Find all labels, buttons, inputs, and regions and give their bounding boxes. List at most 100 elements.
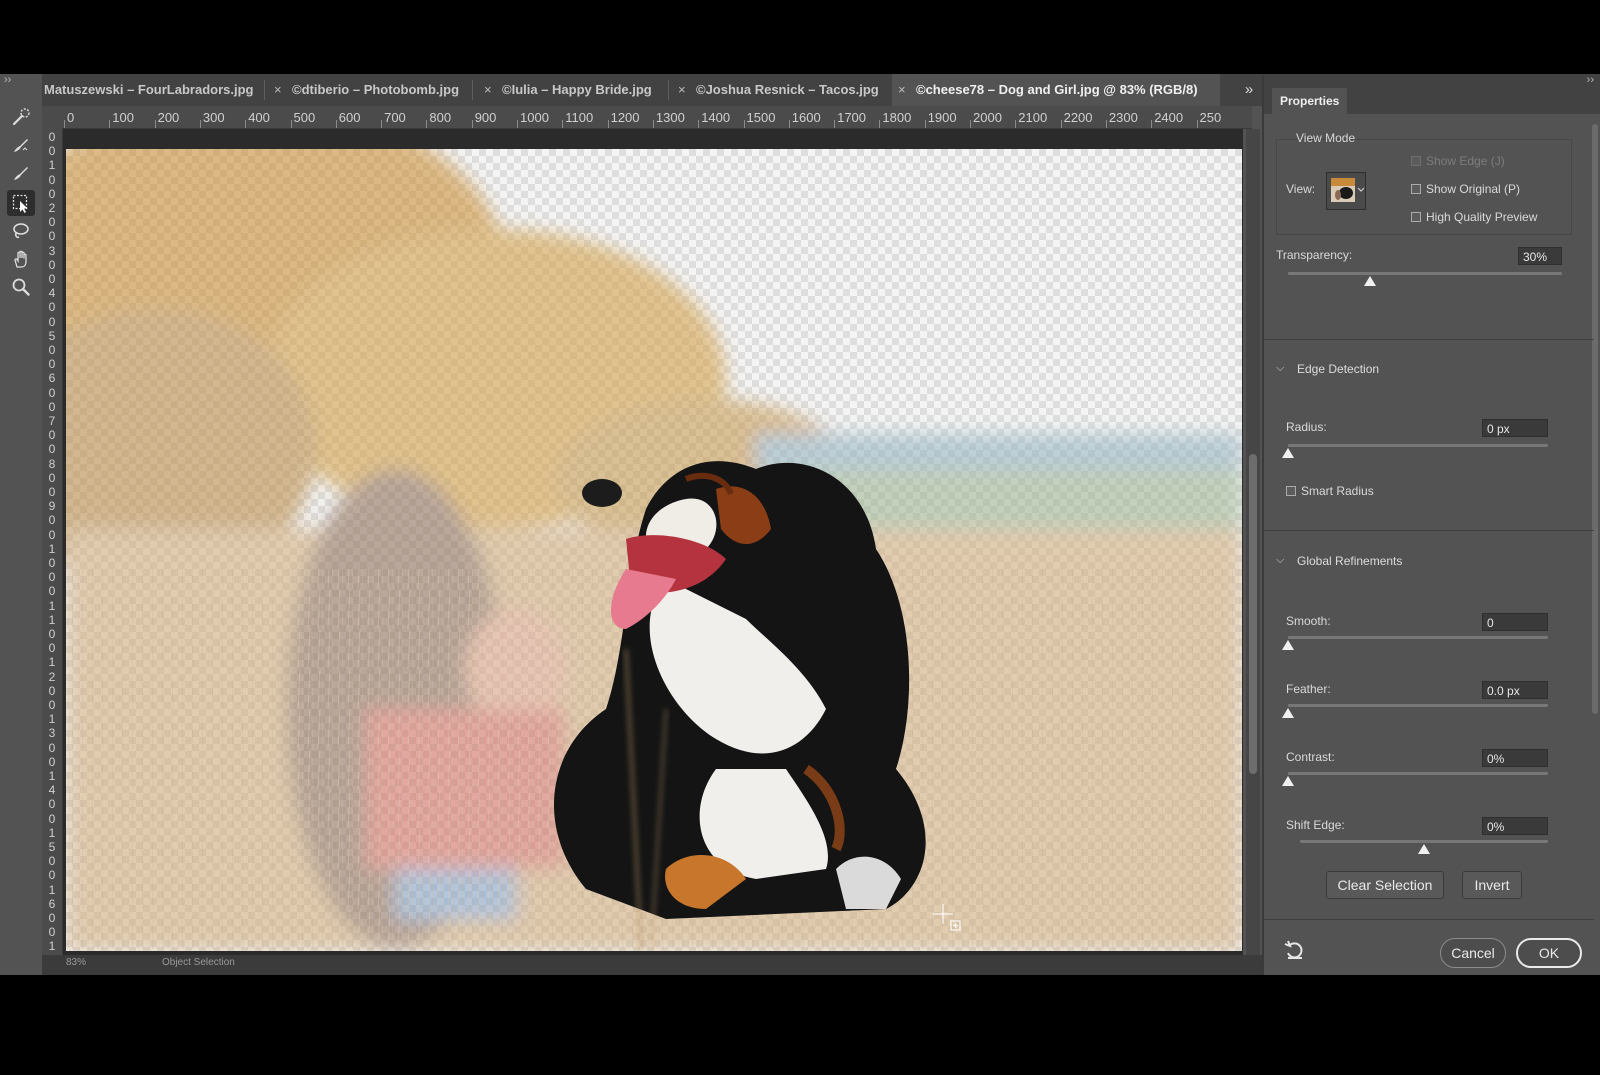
invert-button[interactable]: Invert: [1462, 871, 1522, 899]
ruler-label: 0: [48, 442, 56, 457]
refine-edge-brush-icon[interactable]: [7, 132, 35, 158]
smooth-slider-thumb[interactable]: [1282, 640, 1294, 650]
transparency-field[interactable]: 30%: [1518, 247, 1562, 265]
shift-edge-field[interactable]: 0%: [1482, 817, 1548, 835]
contrast-slider-thumb[interactable]: [1282, 776, 1294, 786]
toolbar-collapse-icon[interactable]: ››: [4, 74, 11, 86]
tab-separator: [472, 80, 473, 100]
radius-slider-track[interactable]: [1288, 444, 1548, 447]
transparency-slider-track[interactable]: [1288, 272, 1562, 275]
global-refinements-title[interactable]: Global Refinements: [1297, 554, 1402, 568]
radius-label: Radius:: [1286, 420, 1327, 434]
feather-label: Feather:: [1286, 682, 1331, 696]
feather-field[interactable]: 0.0 px: [1482, 681, 1548, 699]
smooth-slider-track[interactable]: [1288, 636, 1548, 639]
ruler-tick: [879, 120, 881, 128]
ruler-label: 600: [338, 110, 361, 125]
ruler-label: 1: [48, 939, 56, 954]
tab-photobomb[interactable]: × ©dtiberio – Photobomb.jpg: [274, 74, 459, 106]
ruler-label: 2200: [1063, 110, 1093, 125]
show-edge-checkbox[interactable]: [1411, 156, 1421, 166]
tab-happy-bride[interactable]: × ©Iulia – Happy Bride.jpg: [484, 74, 652, 106]
ruler-label: 2: [48, 669, 56, 684]
ruler-label: 1100: [565, 110, 594, 125]
ruler-label: 5: [48, 328, 56, 343]
brush-icon[interactable]: [7, 160, 35, 186]
ruler-tick: [970, 120, 971, 128]
document-image[interactable]: [66, 149, 1242, 951]
tab-label: ©dtiberio – Photobomb.jpg: [292, 82, 460, 97]
ruler-label: 0: [48, 570, 56, 585]
ruler-label: 300: [202, 110, 225, 125]
close-icon[interactable]: ×: [678, 74, 690, 106]
ruler-label: 8: [48, 456, 56, 471]
close-icon[interactable]: ×: [484, 74, 496, 106]
ruler-label: 0: [48, 272, 56, 286]
object-selection-icon[interactable]: [7, 190, 35, 216]
ruler-tick: [199, 120, 201, 128]
quick-selection-brush-icon[interactable]: [7, 104, 35, 130]
ruler-label: 0: [48, 854, 56, 869]
zoom-icon[interactable]: [7, 274, 35, 300]
ruler-label: 1500: [746, 110, 776, 125]
ruler-tick: [64, 120, 65, 128]
transparency-label: Transparency:: [1276, 248, 1353, 262]
ruler-label: 500: [293, 110, 316, 125]
ruler-label: 5: [48, 840, 56, 854]
properties-tab[interactable]: Properties: [1272, 88, 1348, 114]
show-original-checkbox[interactable]: [1411, 184, 1421, 194]
shift-edge-slider-track[interactable]: [1300, 840, 1548, 843]
shift-edge-slider-thumb[interactable]: [1418, 844, 1430, 854]
view-label: View:: [1286, 182, 1316, 196]
ruler-tick: [652, 120, 654, 128]
chevron-down-icon[interactable]: ⌵: [1276, 554, 1284, 567]
ruler-label: 1: [48, 158, 56, 173]
ruler-tick: [607, 120, 609, 128]
feather-slider-track[interactable]: [1288, 704, 1548, 707]
ruler-label: 2400: [1154, 110, 1184, 125]
contrast-field[interactable]: 0%: [1482, 749, 1548, 767]
chevron-down-icon[interactable]: ⌵: [1276, 362, 1284, 375]
hand-icon[interactable]: [7, 246, 35, 272]
smooth-field[interactable]: 0: [1482, 613, 1548, 631]
ruler-label: 0: [48, 470, 56, 485]
radius-field[interactable]: 0 px: [1482, 419, 1548, 437]
ruler-label: 2: [48, 201, 56, 215]
scrollbar-thumb[interactable]: [1249, 454, 1257, 774]
tab-four-labradors[interactable]: Matuszewski – FourLabradors.jpg: [44, 74, 254, 106]
panel-scrollbar[interactable]: [1592, 124, 1598, 714]
close-icon[interactable]: ×: [898, 74, 910, 106]
high-quality-preview-checkbox[interactable]: [1411, 212, 1421, 222]
contrast-slider-track[interactable]: [1288, 772, 1548, 775]
ruler-tick: [154, 120, 156, 128]
smart-radius-checkbox[interactable]: [1286, 486, 1296, 496]
tab-overflow-icon[interactable]: »: [1236, 74, 1262, 106]
tab-tacos[interactable]: × ©Joshua Resnick – Tacos.jpg: [678, 74, 879, 106]
ruler-label: 0: [48, 399, 56, 414]
feather-slider-thumb[interactable]: [1282, 708, 1294, 718]
edge-detection-title[interactable]: Edge Detection: [1297, 362, 1379, 376]
ruler-label: 0: [48, 215, 56, 230]
cancel-button[interactable]: Cancel: [1440, 938, 1506, 968]
canvas-vertical-scrollbar[interactable]: [1246, 129, 1260, 955]
show-original-label: Show Original (P): [1426, 182, 1521, 196]
reset-icon[interactable]: [1284, 940, 1306, 960]
ruler-tick: [562, 120, 564, 128]
smooth-label: Smooth:: [1286, 614, 1331, 628]
properties-panel: Properties ›› View Mode View: Show Edge …: [1262, 74, 1600, 975]
close-icon[interactable]: ×: [274, 74, 286, 106]
tab-dog-and-girl[interactable]: × ©cheese78 – Dog and Girl.jpg @ 83% (RGB…: [892, 74, 1220, 106]
panel-collapse-icon[interactable]: ››: [1587, 74, 1594, 86]
ruler-tick: [924, 120, 926, 128]
ok-button[interactable]: OK: [1516, 938, 1582, 968]
lasso-icon[interactable]: [7, 218, 35, 244]
transparency-slider-thumb[interactable]: [1364, 276, 1377, 286]
ruler-tick: [1105, 120, 1107, 128]
ruler-label: 400: [248, 110, 270, 125]
ruler-tick: [1015, 120, 1017, 128]
ruler-label: 1: [48, 655, 56, 670]
radius-slider-thumb[interactable]: [1282, 448, 1294, 458]
clear-selection-button[interactable]: Clear Selection: [1326, 871, 1444, 899]
ruler-label: 0: [48, 740, 56, 755]
view-mode-dropdown[interactable]: [1326, 172, 1366, 210]
